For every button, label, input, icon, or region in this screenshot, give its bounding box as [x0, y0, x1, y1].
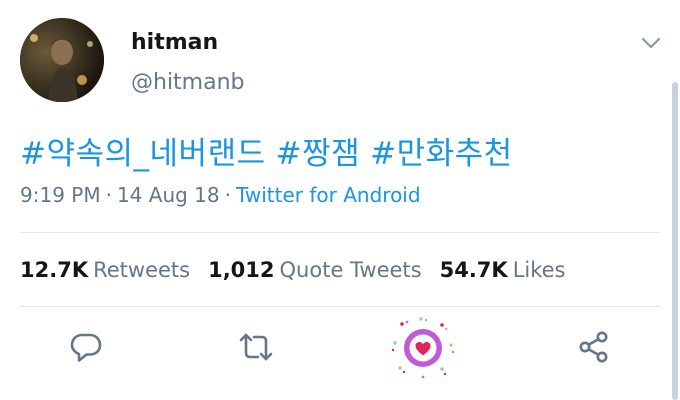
- likes-count: 54.7K: [439, 258, 508, 282]
- user-handle[interactable]: @hitmanb: [131, 70, 245, 95]
- reply-button[interactable]: [64, 325, 108, 369]
- tweet-metadata: 9:19 PM · 14 Aug 18 · Twitter for Android: [20, 183, 421, 207]
- quote-tweets-stat[interactable]: 1,012 Quote Tweets: [208, 258, 422, 282]
- share-button[interactable]: [572, 325, 616, 369]
- quote-tweets-count: 1,012: [208, 258, 275, 282]
- reply-icon: [70, 333, 102, 362]
- retweets-label: Retweets: [93, 258, 191, 282]
- retweet-icon: [239, 333, 273, 361]
- likes-stat[interactable]: 54.7K Likes: [440, 258, 566, 282]
- tweet-text: #약속의_네버랜드 #짱잼 #만화추천: [20, 128, 523, 173]
- tweet-detail: hitman @hitmanb #약속의_네버랜드 #짱잼 #만화추천 9:19 P…: [0, 0, 680, 400]
- hashtag-link[interactable]: #짱잼: [276, 136, 361, 172]
- tweet-time: 9:19 PM: [20, 183, 101, 207]
- retweet-button[interactable]: [234, 325, 278, 369]
- display-name[interactable]: hitman: [131, 30, 218, 55]
- retweets-stat[interactable]: 12.7K Retweets: [20, 258, 190, 282]
- heart-icon: [391, 317, 455, 379]
- separator: ·: [224, 183, 231, 207]
- engagement-stats: 12.7K Retweets 1,012 Quote Tweets 54.7K Likes: [20, 258, 584, 282]
- like-button[interactable]: [390, 317, 456, 379]
- separator: ·: [105, 183, 112, 207]
- scrollbar[interactable]: [672, 82, 678, 400]
- tweet-date: 14 Aug 18: [116, 183, 220, 207]
- share-icon: [579, 331, 608, 363]
- hashtag-link[interactable]: #약속의_네버랜드: [20, 136, 266, 172]
- divider: [20, 232, 660, 233]
- tweet-source-link[interactable]: Twitter for Android: [236, 183, 421, 207]
- likes-label: Likes: [512, 258, 566, 282]
- divider: [20, 306, 660, 307]
- chevron-down-icon[interactable]: [640, 34, 662, 52]
- avatar[interactable]: [20, 18, 104, 102]
- retweets-count: 12.7K: [20, 258, 89, 282]
- quote-tweets-label: Quote Tweets: [279, 258, 422, 282]
- hashtag-link[interactable]: #만화추천: [370, 136, 513, 172]
